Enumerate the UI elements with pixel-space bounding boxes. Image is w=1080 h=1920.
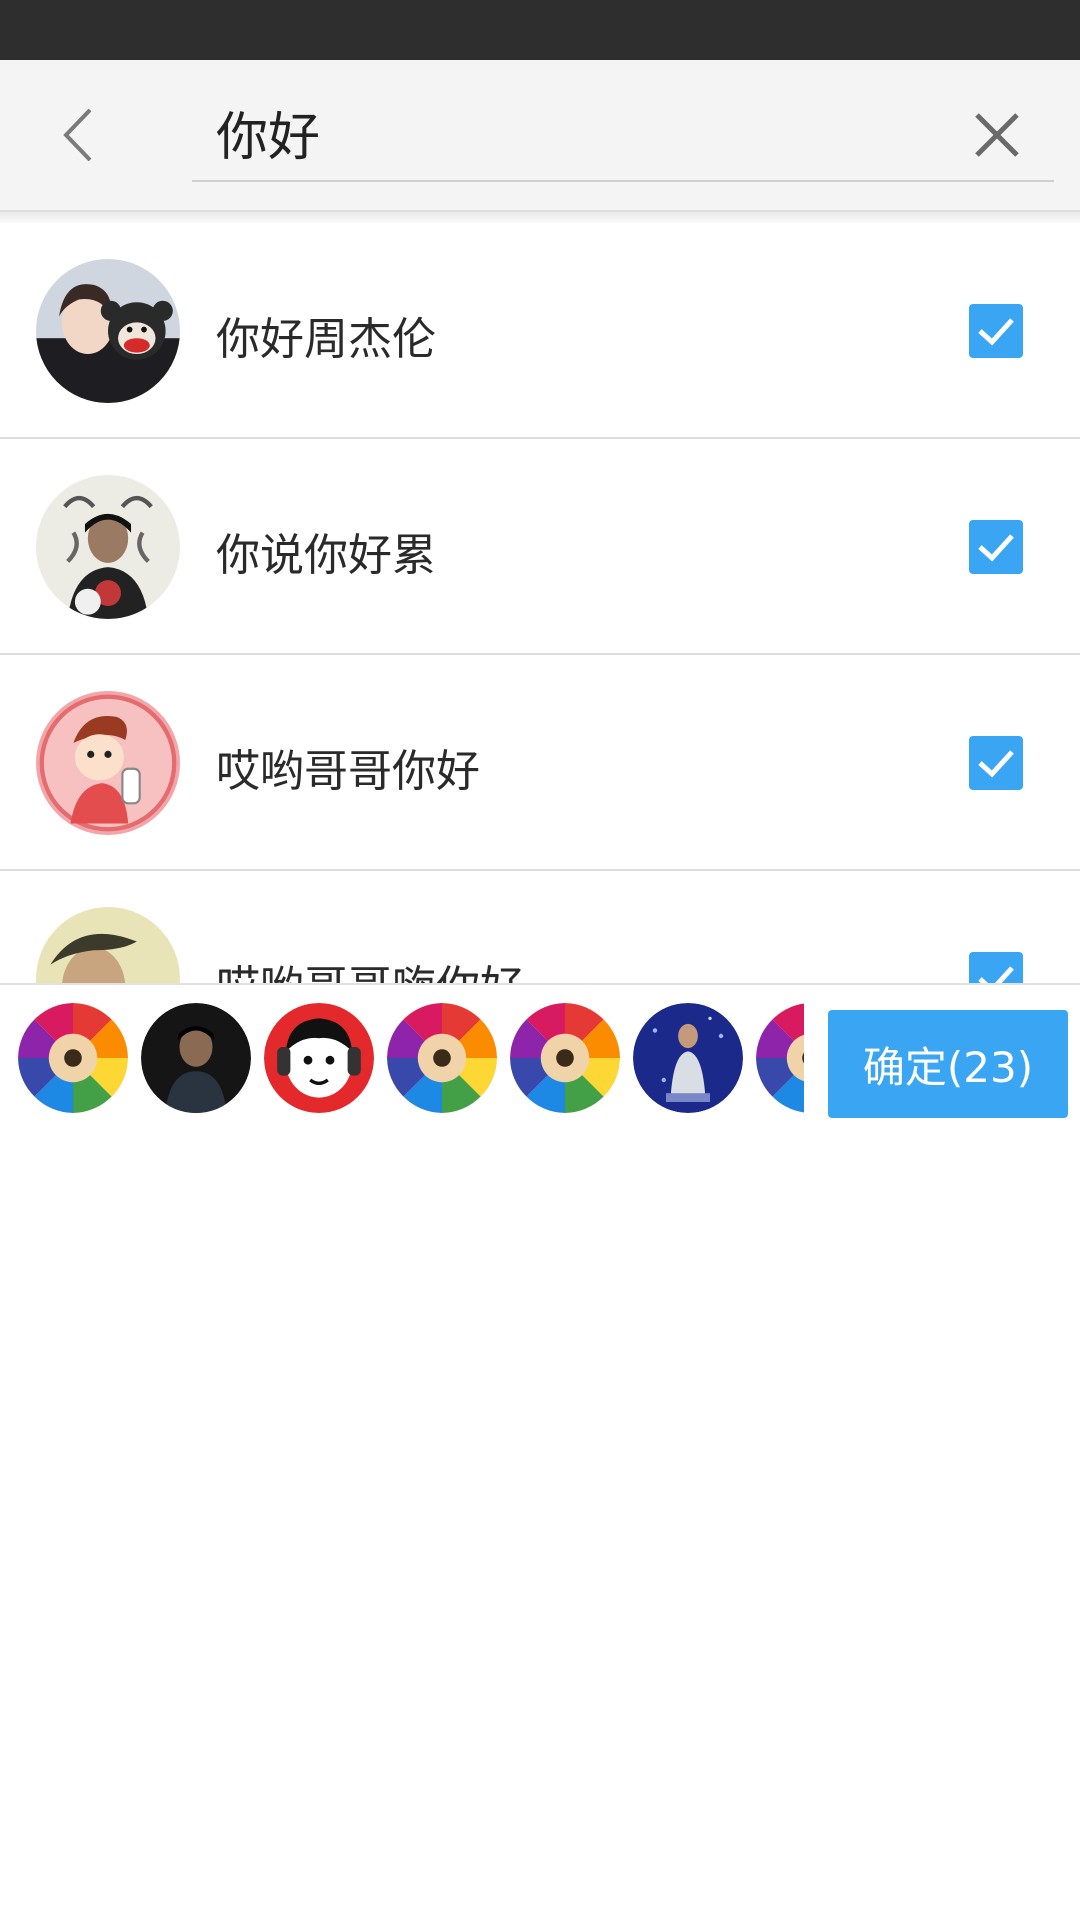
contact-name: 哎哟哥哥嗨你好 (216, 951, 524, 983)
avatar (36, 475, 180, 619)
list-item[interactable]: 哎哟哥哥你好 (0, 655, 1080, 871)
confirm-button[interactable]: 确定(23) (828, 1010, 1068, 1118)
avatar (36, 907, 180, 983)
pencils-avatar[interactable] (510, 1003, 620, 1113)
checkbox[interactable] (969, 520, 1023, 574)
back-button[interactable] (44, 100, 114, 170)
search-bar (0, 60, 1080, 210)
checkmark-icon (978, 750, 1014, 778)
list-item[interactable]: 哎哟哥哥嗨你好 (0, 871, 1080, 983)
selection-bar: 确定(23) (0, 983, 1080, 1125)
avatar (36, 691, 180, 835)
pencils-avatar[interactable] (756, 1003, 804, 1113)
close-icon (975, 113, 1019, 157)
pencils-avatar[interactable] (18, 1003, 128, 1113)
contact-name: 哎哟哥哥你好 (216, 746, 480, 797)
pencils-avatar[interactable] (387, 1003, 497, 1113)
status-bar (0, 0, 1080, 60)
clear-search-button[interactable] (962, 100, 1032, 170)
list-item[interactable]: 你说你好累 (0, 439, 1080, 655)
checkbox[interactable] (969, 736, 1023, 790)
search-results-list[interactable]: 你好周杰伦 你说你好累 哎哟哥哥你好 (0, 223, 1080, 983)
search-input[interactable] (192, 84, 1054, 182)
contact-name: 你好周杰伦 (216, 314, 436, 365)
cartoon-headphones-avatar[interactable] (264, 1003, 374, 1113)
dark-portrait-avatar[interactable] (141, 1003, 251, 1113)
checkmark-icon (978, 318, 1014, 346)
checkmark-icon (978, 534, 1014, 562)
avatar (36, 259, 180, 403)
contact-name: 你说你好累 (216, 530, 436, 581)
list-item[interactable]: 你好周杰伦 (0, 223, 1080, 439)
checkbox[interactable] (969, 304, 1023, 358)
checkmark-icon (978, 966, 1014, 983)
checkbox[interactable] (969, 952, 1023, 983)
back-arrow-icon (63, 108, 92, 162)
stage-performer-avatar[interactable] (633, 1003, 743, 1113)
selected-contacts-strip[interactable] (18, 1003, 804, 1115)
